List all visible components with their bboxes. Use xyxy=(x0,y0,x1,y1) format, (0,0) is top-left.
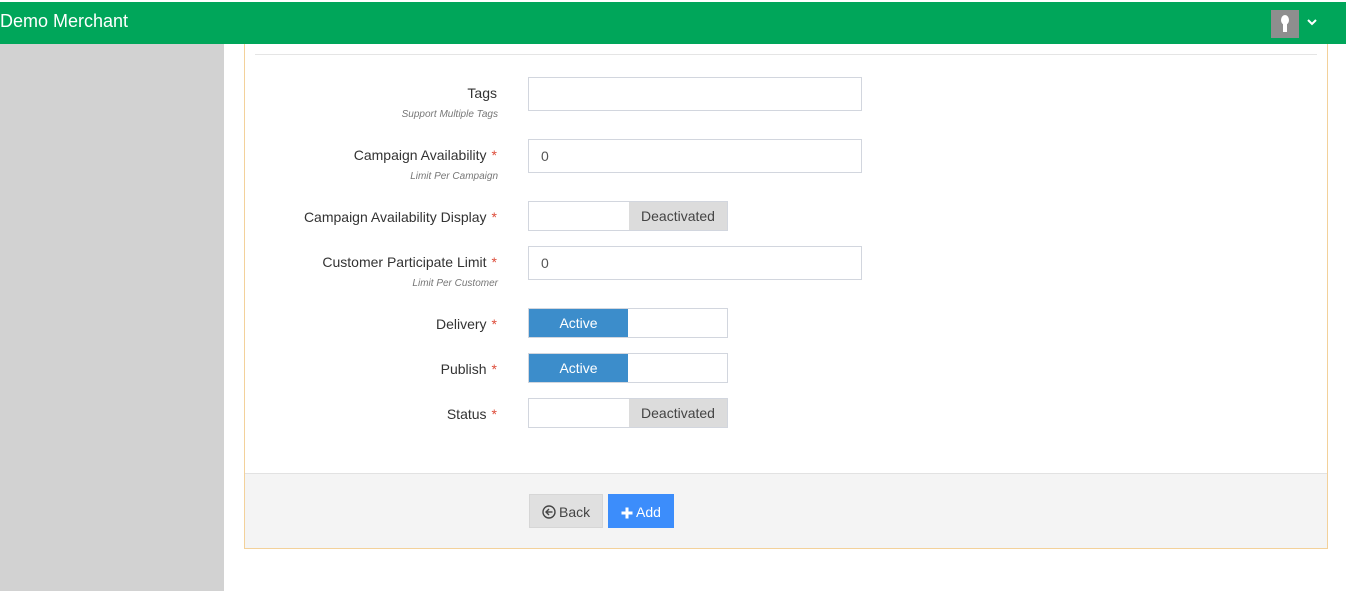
publish-label: Publish * xyxy=(440,361,497,377)
required-marker: * xyxy=(491,316,497,332)
tags-input[interactable] xyxy=(528,77,862,111)
tags-label: Tags xyxy=(467,85,497,101)
delivery-toggle[interactable]: Active xyxy=(528,308,728,338)
user-avatar-icon[interactable] xyxy=(1271,10,1299,38)
add-button[interactable]: Add xyxy=(608,494,674,528)
top-navbar: Demo Merchant xyxy=(0,2,1346,44)
campaign-availability-hint: Limit Per Campaign xyxy=(410,171,498,182)
status-label: Status * xyxy=(446,406,497,422)
form-panel: Tags Support Multiple Tags Campaign Avai… xyxy=(244,44,1328,549)
customer-participate-limit-label: Customer Participate Limit * xyxy=(322,254,497,270)
customer-participate-limit-input[interactable]: 0 xyxy=(528,246,862,280)
campaign-availability-label: Campaign Availability * xyxy=(353,147,497,163)
toggle-state-label: Active xyxy=(529,309,628,337)
campaign-availability-input[interactable]: 0 xyxy=(528,139,862,173)
delivery-label: Delivery * xyxy=(435,316,497,332)
required-marker: * xyxy=(491,361,497,377)
toggle-state-label: Deactivated xyxy=(629,399,727,427)
sidebar xyxy=(0,44,224,591)
back-button[interactable]: Back xyxy=(529,494,604,528)
circle-arrow-left-icon xyxy=(542,505,556,519)
add-button-label: Add xyxy=(636,504,661,520)
chevron-down-icon[interactable] xyxy=(1306,15,1318,27)
required-marker: * xyxy=(491,209,497,225)
plus-icon xyxy=(621,507,633,519)
status-toggle[interactable]: Deactivated xyxy=(528,398,728,428)
campaign-availability-display-toggle[interactable]: Deactivated xyxy=(528,201,728,231)
customer-participate-limit-hint: Limit Per Customer xyxy=(412,278,498,289)
form-footer: Back Add xyxy=(245,473,1327,548)
required-marker: * xyxy=(491,254,497,270)
required-marker: * xyxy=(491,406,497,422)
brand-title[interactable]: Demo Merchant xyxy=(0,11,128,32)
toggle-state-label: Active xyxy=(529,354,628,382)
publish-toggle[interactable]: Active xyxy=(528,353,728,383)
back-button-label: Back xyxy=(559,504,591,520)
toggle-state-label: Deactivated xyxy=(629,202,727,230)
divider xyxy=(255,54,1317,55)
tags-hint: Support Multiple Tags xyxy=(401,109,498,120)
campaign-availability-display-label: Campaign Availability Display * xyxy=(303,209,497,225)
required-marker: * xyxy=(491,147,497,163)
